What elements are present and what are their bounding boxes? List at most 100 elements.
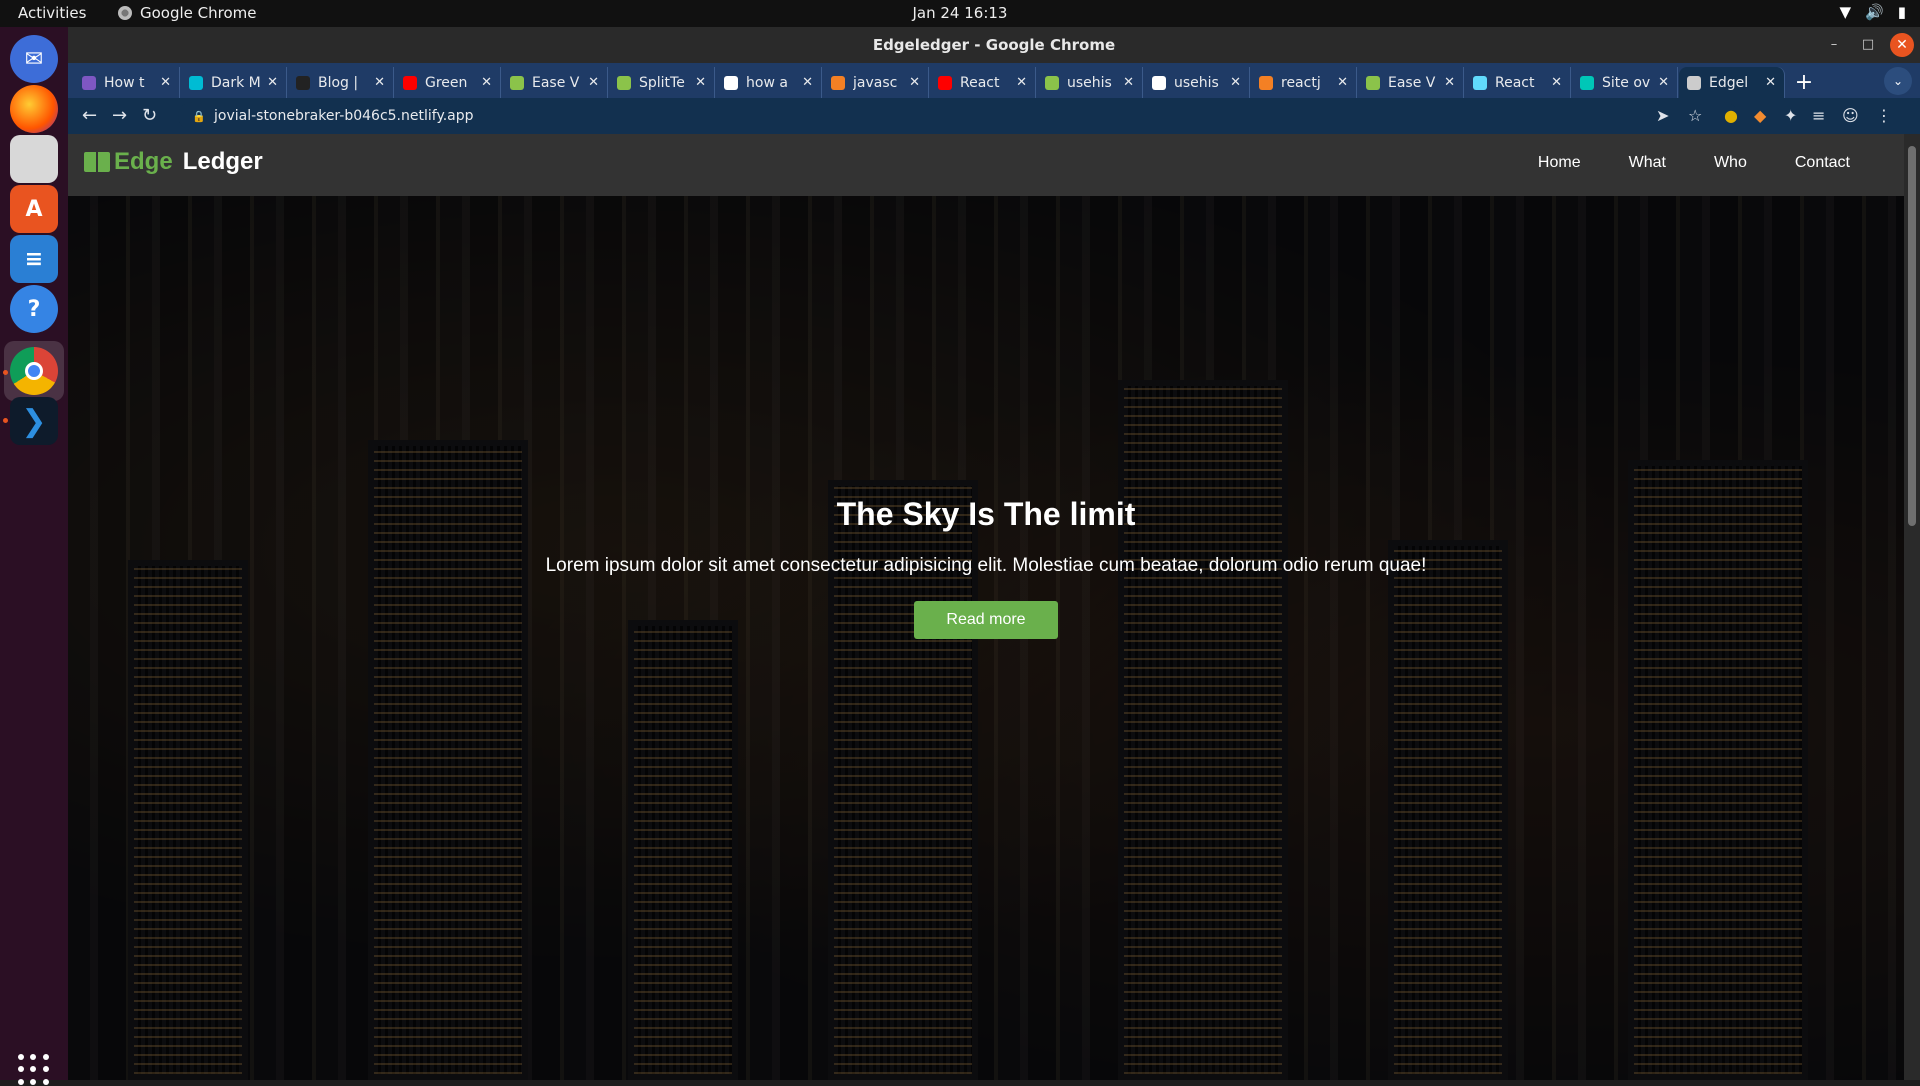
- vscode-icon[interactable]: ❯: [10, 397, 58, 445]
- tab-favicon-icon: [1366, 75, 1380, 90]
- browser-tab[interactable]: Site ov ✕: [1572, 67, 1678, 98]
- tab-favicon-icon: [1259, 75, 1273, 90]
- browser-tab[interactable]: reactj ✕: [1251, 67, 1357, 98]
- hero-text: Lorem ipsum dolor sit amet consectetur a…: [545, 555, 1427, 576]
- dock: ✉ A ≡ ? ❯: [0, 27, 68, 1085]
- lock-icon[interactable]: 🔒: [192, 110, 214, 123]
- firefox-icon[interactable]: [10, 85, 58, 133]
- browser-tab[interactable]: Ease V ✕: [1358, 67, 1464, 98]
- send-icon[interactable]: ➤: [1656, 106, 1669, 125]
- minimize-icon[interactable]: –: [1822, 33, 1846, 57]
- tab-strip: How t ✕ Dark M ✕ Blog | ✕ Green ✕ Ease V ✕ SplitTe…: [68, 63, 1920, 98]
- close-tab-icon[interactable]: ✕: [909, 75, 920, 90]
- tab-favicon-icon: [1473, 75, 1487, 90]
- chrome-window: Edgeledger - Google Chrome – □ ✕ How t ✕ D…: [68, 27, 1920, 1080]
- tab-title: Dark M: [211, 74, 261, 91]
- close-tab-icon[interactable]: ✕: [1765, 75, 1776, 90]
- chrome-center: [25, 362, 43, 380]
- window-title: Edgeledger - Google Chrome: [872, 36, 1116, 54]
- profile-icon[interactable]: ☺: [1842, 106, 1859, 125]
- close-tab-icon[interactable]: ✕: [695, 75, 706, 90]
- extension-icon[interactable]: ●: [1724, 106, 1738, 125]
- browser-tab[interactable]: React ✕: [1465, 67, 1571, 98]
- tab-title: Site ov: [1602, 74, 1651, 91]
- tab-favicon-icon: [938, 75, 952, 90]
- nav-what[interactable]: What: [1605, 154, 1690, 172]
- metamask-icon[interactable]: ◆: [1754, 106, 1766, 125]
- writer-icon[interactable]: ≡: [10, 235, 58, 283]
- close-tab-icon[interactable]: ✕: [267, 75, 278, 90]
- chrome-icon[interactable]: [10, 347, 58, 395]
- close-tab-icon[interactable]: ✕: [1444, 75, 1455, 90]
- browser-tab[interactable]: Blog | ✕: [288, 67, 394, 98]
- files-icon[interactable]: [10, 135, 58, 183]
- browser-tab[interactable]: SplitTe ✕: [609, 67, 715, 98]
- back-icon[interactable]: ←: [82, 105, 97, 126]
- chrome-menu-icon[interactable]: ⋮: [1876, 106, 1892, 125]
- extensions-puzzle-icon[interactable]: ✦: [1784, 106, 1797, 125]
- hero-title: The Sky Is The limit: [836, 496, 1136, 532]
- window-titlebar[interactable]: Edgeledger - Google Chrome – □ ✕: [68, 27, 1920, 63]
- scrollbar-thumb[interactable]: [1908, 146, 1916, 526]
- clock[interactable]: Jan 24 16:13: [0, 4, 1920, 22]
- hero-content: The Sky Is The limit Lorem ipsum dolor s…: [68, 496, 1904, 639]
- reading-list-icon[interactable]: ≡: [1812, 106, 1825, 125]
- tab-search-icon[interactable]: ⌄: [1884, 67, 1912, 95]
- browser-tab[interactable]: React ✕: [930, 67, 1036, 98]
- close-tab-icon[interactable]: ✕: [588, 75, 599, 90]
- browser-tab[interactable]: how a ✕: [716, 67, 822, 98]
- close-tab-icon[interactable]: ✕: [1123, 75, 1134, 90]
- close-tab-icon[interactable]: ✕: [802, 75, 813, 90]
- tab-favicon-icon: [189, 75, 203, 90]
- forward-icon[interactable]: →: [112, 105, 127, 126]
- close-tab-icon[interactable]: ✕: [374, 75, 385, 90]
- browser-tab[interactable]: Green ✕: [395, 67, 501, 98]
- read-more-button[interactable]: Read more: [914, 601, 1058, 639]
- system-tray[interactable]: ▼ 🔊 ▮: [1840, 3, 1907, 21]
- browser-tab[interactable]: Dark M ✕: [181, 67, 287, 98]
- tab-favicon-icon: [831, 75, 845, 90]
- reload-icon[interactable]: ↻: [142, 105, 157, 126]
- tab-favicon-icon: [617, 75, 631, 90]
- running-indicator: [3, 370, 8, 375]
- browser-tab[interactable]: How t ✕: [74, 67, 180, 98]
- close-tab-icon[interactable]: ✕: [1337, 75, 1348, 90]
- book-icon: [84, 152, 110, 172]
- browser-tab[interactable]: usehis ✕: [1037, 67, 1143, 98]
- show-apps-icon[interactable]: [18, 1054, 50, 1086]
- address-bar[interactable]: 🔒 jovial-stonebraker-b046c5.netlify.app: [178, 102, 1738, 130]
- nav-who[interactable]: Who: [1690, 154, 1771, 172]
- new-tab-icon[interactable]: +: [1790, 68, 1818, 96]
- close-tab-icon[interactable]: ✕: [1230, 75, 1241, 90]
- browser-tab[interactable]: Edgel ✕: [1679, 67, 1785, 98]
- bookmark-star-icon[interactable]: ☆: [1688, 106, 1702, 125]
- maximize-icon[interactable]: □: [1856, 33, 1880, 57]
- hero-section: The Sky Is The limit Lorem ipsum dolor s…: [68, 196, 1904, 1080]
- browser-tab[interactable]: javasc ✕: [823, 67, 929, 98]
- nav-contact[interactable]: Contact: [1771, 154, 1874, 172]
- tab-favicon-icon: [1152, 75, 1166, 90]
- close-tab-icon[interactable]: ✕: [1016, 75, 1027, 90]
- brand-ledger: Ledger: [182, 148, 263, 175]
- browser-tab[interactable]: Ease V ✕: [502, 67, 608, 98]
- close-tab-icon[interactable]: ✕: [1658, 75, 1669, 90]
- close-tab-icon[interactable]: ✕: [1551, 75, 1562, 90]
- tab-title: How t: [104, 74, 145, 91]
- close-window-icon[interactable]: ✕: [1890, 33, 1914, 57]
- close-tab-icon[interactable]: ✕: [160, 75, 171, 90]
- tab-title: reactj: [1281, 74, 1321, 91]
- software-icon[interactable]: A: [10, 185, 58, 233]
- tab-favicon-icon: [724, 75, 738, 90]
- tab-title: Green: [425, 74, 468, 91]
- tab-title: Edgel: [1709, 74, 1749, 91]
- nav-home[interactable]: Home: [1514, 154, 1605, 172]
- thunderbird-icon[interactable]: ✉: [10, 35, 58, 83]
- help-icon[interactable]: ?: [10, 285, 58, 333]
- close-tab-icon[interactable]: ✕: [481, 75, 492, 90]
- page-scrollbar[interactable]: [1904, 134, 1920, 1080]
- wifi-icon: ▼: [1839, 3, 1852, 21]
- site-brand[interactable]: Edge Ledger: [84, 148, 263, 176]
- tab-favicon-icon: [1045, 75, 1059, 90]
- tab-favicon-icon: [82, 75, 96, 90]
- browser-tab[interactable]: usehis ✕: [1144, 67, 1250, 98]
